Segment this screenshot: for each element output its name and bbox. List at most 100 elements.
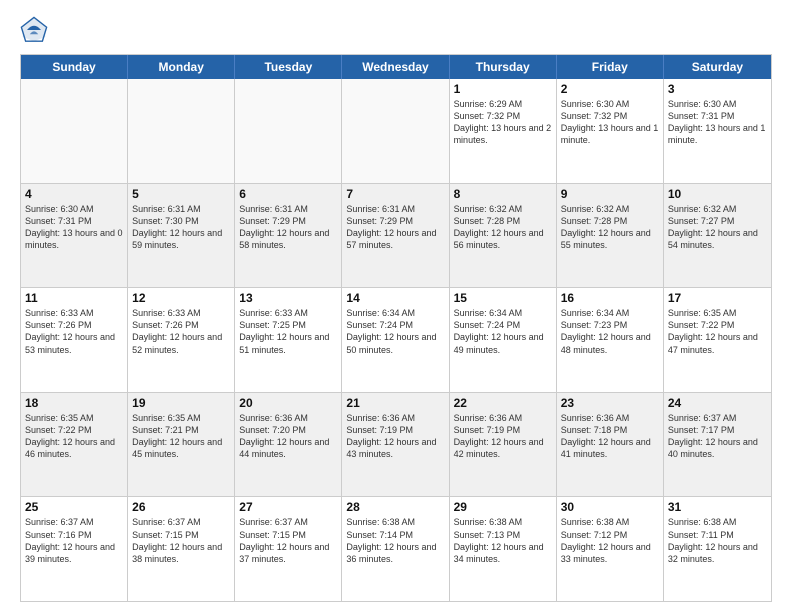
day-number: 23 xyxy=(561,396,659,410)
day-cell-14: 14 Sunrise: 6:34 AMSunset: 7:24 PMDayligh… xyxy=(342,288,449,392)
day-info: Sunrise: 6:37 AMSunset: 7:17 PMDaylight:… xyxy=(668,412,767,461)
day-cell-6: 6 Sunrise: 6:31 AMSunset: 7:29 PMDaylight… xyxy=(235,184,342,288)
day-number: 30 xyxy=(561,500,659,514)
day-cell-10: 10 Sunrise: 6:32 AMSunset: 7:27 PMDayligh… xyxy=(664,184,771,288)
day-cell-25: 25 Sunrise: 6:37 AMSunset: 7:16 PMDayligh… xyxy=(21,497,128,601)
day-cell-15: 15 Sunrise: 6:34 AMSunset: 7:24 PMDayligh… xyxy=(450,288,557,392)
day-cell-12: 12 Sunrise: 6:33 AMSunset: 7:26 PMDayligh… xyxy=(128,288,235,392)
day-cell-28: 28Sunrise: 6:38 AMSunset: 7:14 PMDayligh… xyxy=(342,497,449,601)
day-cell-29: 29 Sunrise: 6:38 AMSunset: 7:13 PMDayligh… xyxy=(450,497,557,601)
header xyxy=(20,16,772,44)
day-cell-18: 18 Sunrise: 6:35 AMSunset: 7:22 PMDayligh… xyxy=(21,393,128,497)
day-info: Sunrise: 6:34 AMSunset: 7:24 PMDaylight:… xyxy=(454,307,552,356)
day-cell-1: 1 Sunrise: 6:29 AMSunset: 7:32 PMDaylight… xyxy=(450,79,557,183)
day-number: 15 xyxy=(454,291,552,305)
day-info: Sunrise: 6:38 AMSunset: 7:12 PMDaylight:… xyxy=(561,516,659,565)
day-cell-23: 23 Sunrise: 6:36 AMSunset: 7:18 PMDayligh… xyxy=(557,393,664,497)
day-number: 18 xyxy=(25,396,123,410)
week-1: 1 Sunrise: 6:29 AMSunset: 7:32 PMDaylight… xyxy=(21,79,771,183)
day-number: 17 xyxy=(668,291,767,305)
week-5: 25 Sunrise: 6:37 AMSunset: 7:16 PMDayligh… xyxy=(21,496,771,601)
day-number: 29 xyxy=(454,500,552,514)
day-cell-27: 27 Sunrise: 6:37 AMSunset: 7:15 PMDayligh… xyxy=(235,497,342,601)
day-number: 12 xyxy=(132,291,230,305)
day-cell-30: 30 Sunrise: 6:38 AMSunset: 7:12 PMDayligh… xyxy=(557,497,664,601)
day-number: 19 xyxy=(132,396,230,410)
day-info: Sunrise: 6:30 AMSunset: 7:31 PMDaylight:… xyxy=(668,98,767,147)
day-cell-8: 8Sunrise: 6:32 AMSunset: 7:28 PMDaylight… xyxy=(450,184,557,288)
day-info: Sunrise: 6:35 AMSunset: 7:22 PMDaylight:… xyxy=(668,307,767,356)
day-number: 10 xyxy=(668,187,767,201)
day-info: Sunrise: 6:35 AMSunset: 7:21 PMDaylight:… xyxy=(132,412,230,461)
day-cell-16: 16 Sunrise: 6:34 AMSunset: 7:23 PMDayligh… xyxy=(557,288,664,392)
day-number: 1 xyxy=(454,82,552,96)
day-number: 25 xyxy=(25,500,123,514)
day-info: Sunrise: 6:37 AMSunset: 7:15 PMDaylight:… xyxy=(239,516,337,565)
day-info: Sunrise: 6:38 AMSunset: 7:13 PMDaylight:… xyxy=(454,516,552,565)
header-cell-tuesday: Tuesday xyxy=(235,55,342,79)
day-cell-13: 13 Sunrise: 6:33 AMSunset: 7:25 PMDayligh… xyxy=(235,288,342,392)
day-info: Sunrise: 6:33 AMSunset: 7:26 PMDaylight:… xyxy=(25,307,123,356)
day-info: Sunrise: 6:38 AMSunset: 7:14 PMDaylight:… xyxy=(346,516,444,565)
day-cell-11: 11Sunrise: 6:33 AMSunset: 7:26 PMDayligh… xyxy=(21,288,128,392)
day-number: 9 xyxy=(561,187,659,201)
day-cell-2: 2Sunrise: 6:30 AMSunset: 7:32 PMDaylight… xyxy=(557,79,664,183)
week-3: 11Sunrise: 6:33 AMSunset: 7:26 PMDayligh… xyxy=(21,287,771,392)
day-info: Sunrise: 6:33 AMSunset: 7:25 PMDaylight:… xyxy=(239,307,337,356)
day-cell-5: 5Sunrise: 6:31 AMSunset: 7:30 PMDaylight… xyxy=(128,184,235,288)
day-info: Sunrise: 6:31 AMSunset: 7:30 PMDaylight:… xyxy=(132,203,230,252)
day-info: Sunrise: 6:37 AMSunset: 7:15 PMDaylight:… xyxy=(132,516,230,565)
day-number: 3 xyxy=(668,82,767,96)
day-info: Sunrise: 6:34 AMSunset: 7:23 PMDaylight:… xyxy=(561,307,659,356)
day-number: 21 xyxy=(346,396,444,410)
week-4: 18 Sunrise: 6:35 AMSunset: 7:22 PMDayligh… xyxy=(21,392,771,497)
day-cell-4: 4 Sunrise: 6:30 AMSunset: 7:31 PMDaylight… xyxy=(21,184,128,288)
day-number: 13 xyxy=(239,291,337,305)
day-number: 31 xyxy=(668,500,767,514)
day-info: Sunrise: 6:32 AMSunset: 7:28 PMDaylight:… xyxy=(561,203,659,252)
day-info: Sunrise: 6:37 AMSunset: 7:16 PMDaylight:… xyxy=(25,516,123,565)
day-cell-17: 17 Sunrise: 6:35 AMSunset: 7:22 PMDayligh… xyxy=(664,288,771,392)
day-cell-31: 31Sunrise: 6:38 AMSunset: 7:11 PMDayligh… xyxy=(664,497,771,601)
day-number: 20 xyxy=(239,396,337,410)
day-number: 6 xyxy=(239,187,337,201)
day-number: 22 xyxy=(454,396,552,410)
day-cell-24: 24 Sunrise: 6:37 AMSunset: 7:17 PMDayligh… xyxy=(664,393,771,497)
day-cell-19: 19 Sunrise: 6:35 AMSunset: 7:21 PMDayligh… xyxy=(128,393,235,497)
day-number: 14 xyxy=(346,291,444,305)
day-cell-9: 9 Sunrise: 6:32 AMSunset: 7:28 PMDaylight… xyxy=(557,184,664,288)
day-info: Sunrise: 6:29 AMSunset: 7:32 PMDaylight:… xyxy=(454,98,552,147)
day-info: Sunrise: 6:31 AMSunset: 7:29 PMDaylight:… xyxy=(239,203,337,252)
day-info: Sunrise: 6:36 AMSunset: 7:19 PMDaylight:… xyxy=(346,412,444,461)
header-cell-monday: Monday xyxy=(128,55,235,79)
header-cell-saturday: Saturday xyxy=(664,55,771,79)
day-info: Sunrise: 6:33 AMSunset: 7:26 PMDaylight:… xyxy=(132,307,230,356)
day-info: Sunrise: 6:36 AMSunset: 7:19 PMDaylight:… xyxy=(454,412,552,461)
logo xyxy=(20,16,52,44)
day-cell-21: 21 Sunrise: 6:36 AMSunset: 7:19 PMDayligh… xyxy=(342,393,449,497)
header-cell-friday: Friday xyxy=(557,55,664,79)
week-2: 4 Sunrise: 6:30 AMSunset: 7:31 PMDaylight… xyxy=(21,183,771,288)
day-info: Sunrise: 6:35 AMSunset: 7:22 PMDaylight:… xyxy=(25,412,123,461)
header-cell-thursday: Thursday xyxy=(450,55,557,79)
day-cell-22: 22 Sunrise: 6:36 AMSunset: 7:19 PMDayligh… xyxy=(450,393,557,497)
day-number: 16 xyxy=(561,291,659,305)
day-info: Sunrise: 6:36 AMSunset: 7:20 PMDaylight:… xyxy=(239,412,337,461)
header-cell-wednesday: Wednesday xyxy=(342,55,449,79)
calendar: SundayMondayTuesdayWednesdayThursdayFrid… xyxy=(20,54,772,602)
day-info: Sunrise: 6:32 AMSunset: 7:28 PMDaylight:… xyxy=(454,203,552,252)
empty-cell xyxy=(235,79,342,183)
day-number: 4 xyxy=(25,187,123,201)
empty-cell xyxy=(128,79,235,183)
day-cell-3: 3 Sunrise: 6:30 AMSunset: 7:31 PMDaylight… xyxy=(664,79,771,183)
day-info: Sunrise: 6:31 AMSunset: 7:29 PMDaylight:… xyxy=(346,203,444,252)
day-info: Sunrise: 6:32 AMSunset: 7:27 PMDaylight:… xyxy=(668,203,767,252)
calendar-header-row: SundayMondayTuesdayWednesdayThursdayFrid… xyxy=(21,55,771,79)
day-number: 24 xyxy=(668,396,767,410)
day-info: Sunrise: 6:34 AMSunset: 7:24 PMDaylight:… xyxy=(346,307,444,356)
day-number: 27 xyxy=(239,500,337,514)
day-info: Sunrise: 6:36 AMSunset: 7:18 PMDaylight:… xyxy=(561,412,659,461)
day-info: Sunrise: 6:30 AMSunset: 7:31 PMDaylight:… xyxy=(25,203,123,252)
logo-icon xyxy=(20,16,48,44)
calendar-body: 1 Sunrise: 6:29 AMSunset: 7:32 PMDaylight… xyxy=(21,79,771,601)
